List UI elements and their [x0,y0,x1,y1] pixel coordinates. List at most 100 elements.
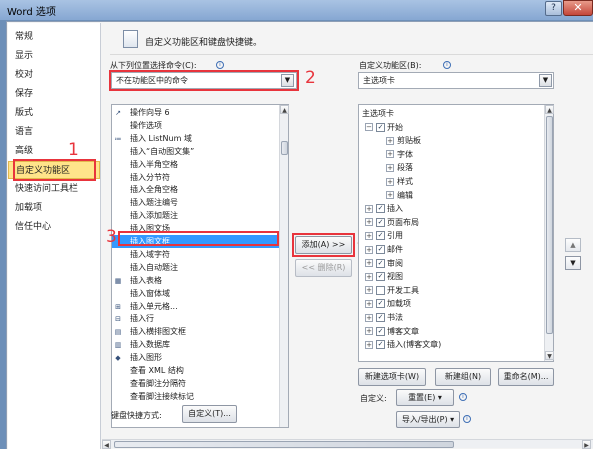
nav-item[interactable]: 常规 [8,28,100,46]
tab-checkbox[interactable]: ✓ [376,217,385,227]
expand-icon[interactable]: + [386,150,394,159]
expand-icon[interactable]: + [365,299,373,308]
tree-item[interactable]: + ✓ 插入(博客文章) [359,338,441,352]
scroll-left-icon[interactable]: ◀ [102,440,111,449]
close-button[interactable]: ✕ [563,0,593,16]
scroll-down-icon[interactable]: ▼ [545,351,554,360]
list-item[interactable]: ▥ 插入数据库 [112,338,279,351]
tab-checkbox[interactable] [376,285,385,295]
tree-item[interactable]: + ✓ 邮件 [359,243,403,257]
expand-icon[interactable]: + [365,231,373,240]
tree-item[interactable]: + 剪贴板 [359,134,421,148]
tab-checkbox[interactable]: ✓ [376,340,385,350]
tab-checkbox[interactable]: ✓ [376,313,385,322]
scroll-thumb[interactable] [546,116,553,334]
tree-item[interactable]: 主选项卡 [359,107,394,121]
expand-icon[interactable]: + [386,177,394,186]
nav-item[interactable]: 快速访问工具栏 [8,180,100,198]
help-button[interactable]: ? [545,1,562,16]
tree-item[interactable]: + 样式 [359,175,413,189]
nav-item[interactable]: 版式 [8,104,100,122]
customize-keyboard-button[interactable]: 自定义(T)... [182,405,237,423]
tab-checkbox[interactable]: ✓ [376,245,385,254]
import-export-button[interactable]: 导入/导出(P) ▾ [396,411,460,428]
horizontal-scrollbar[interactable]: ◀ ▶ [102,439,593,449]
list-item[interactable]: 插入半角空格 [112,158,279,171]
tab-checkbox[interactable]: ✓ [376,231,385,241]
list-item[interactable]: 插入全角空格 [112,183,279,196]
nav-item[interactable]: 语言 [8,123,100,141]
expand-icon[interactable]: + [386,191,394,200]
tree-item[interactable]: + ✓ 页面布局 [359,216,419,230]
nav-item[interactable]: 显示 [8,47,100,65]
nav-item[interactable]: 保存 [8,85,100,103]
nav-item[interactable]: 信任中心 [8,218,100,236]
collapse-icon[interactable]: − [365,123,373,132]
tree-item[interactable]: + ✓ 视图 [359,270,403,284]
tree-item[interactable]: + ✓ 书法 [359,311,403,325]
tree-item[interactable]: + ✓ 加载项 [359,297,411,311]
nav-item[interactable]: 加载项 [8,199,100,217]
tree-item[interactable]: − ✓ 开始 [359,121,403,135]
list-item[interactable]: 插入题注编号 [112,196,279,209]
list-item[interactable]: 插入分节符 [112,171,279,184]
title-bar[interactable]: Word 选项 [0,0,593,20]
tab-checkbox[interactable]: ✓ [376,272,385,282]
expand-icon[interactable]: + [365,313,373,322]
tab-checkbox[interactable]: ✓ [376,204,385,214]
list-item[interactable]: ▦ 插入表格 [112,274,279,287]
nav-item[interactable]: 校对 [8,66,100,84]
list-item[interactable]: ◆ 插入图形 [112,351,279,364]
tab-checkbox[interactable]: ✓ [376,258,385,268]
list-item[interactable]: ⊞ 插入单元格... [112,300,279,313]
ribbon-tree[interactable]: 主选项卡 − ✓ 开始 + 剪贴板 + 字体 + 段落 + 样式 + 编辑 + ✓ 插入 + ✓ 页面布局 + ✓ 引用 + ✓… [358,104,554,362]
tree-item[interactable]: + 编辑 [359,189,413,203]
expand-icon[interactable]: + [386,136,394,145]
scroll-thumb[interactable] [114,441,454,448]
commands-list[interactable]: ↗ 操作向导 6 操作选项 ≔ 插入 ListNum 域插入“自动图文集” 插入半角空格插… [111,104,289,428]
tree-item[interactable]: + ✓ 审阅 [359,257,403,271]
list-item[interactable]: ▤ 插入横排图文框 [112,325,279,338]
tree-item[interactable]: + 字体 [359,148,413,162]
chevron-down-icon[interactable]: ▼ [539,74,552,87]
list-item[interactable]: 插入自动题注 [112,261,279,274]
tab-checkbox[interactable]: ✓ [376,326,385,336]
tree-item[interactable]: + ✓ 博客文章 [359,325,419,339]
ribbon-tabs-combo[interactable]: 主选项卡 [358,72,554,89]
list-item[interactable]: 插入域字符 [112,248,279,261]
list-item[interactable]: 查看脚注分隔符 [112,377,279,390]
expand-icon[interactable]: + [365,204,373,213]
list-item[interactable]: ≔ 插入 ListNum 域 [112,132,279,145]
tree-item[interactable]: + ✓ 插入 [359,202,403,216]
scroll-up-icon[interactable]: ▲ [545,105,554,114]
list-item[interactable]: 插入窗体域 [112,287,279,300]
reset-button[interactable]: 重置(E) ▾ [396,389,454,406]
remove-button[interactable]: << 删除(R) [295,259,352,277]
list-item[interactable]: 插入“自动图文集” [112,145,279,158]
ribbon-tree-scrollbar[interactable]: ▲ ▼ [544,105,554,361]
expand-icon[interactable]: + [365,245,373,254]
scroll-up-icon[interactable]: ▲ [280,105,289,114]
tab-checkbox[interactable]: ✓ [376,122,385,132]
move-up-button[interactable]: ▲ [565,238,581,252]
nav-item[interactable]: 高级 [8,142,100,160]
expand-icon[interactable]: + [365,327,373,336]
tab-checkbox[interactable]: ✓ [376,299,385,309]
expand-icon[interactable]: + [365,218,373,227]
new-tab-button[interactable]: 新建选项卡(W) [358,368,426,386]
commands-scrollbar[interactable]: ▲ [279,105,289,427]
expand-icon[interactable]: + [365,340,373,349]
list-item[interactable]: 查看 XML 结构 [112,364,279,377]
list-item[interactable]: 查看脚注接续标记 [112,390,279,403]
tree-item[interactable]: + ✓ 引用 [359,229,403,243]
tree-item[interactable]: + 段落 [359,161,413,175]
expand-icon[interactable]: + [365,259,373,268]
expand-icon[interactable]: + [365,272,373,281]
expand-icon[interactable]: + [365,286,373,295]
list-item[interactable]: 插入添加题注 [112,209,279,222]
new-group-button[interactable]: 新建组(N) [435,368,491,386]
scroll-right-icon[interactable]: ▶ [582,440,591,449]
list-item[interactable]: 操作选项 [112,119,279,132]
tree-item[interactable]: + 开发工具 [359,284,419,298]
rename-button[interactable]: 重命名(M)... [498,368,554,386]
